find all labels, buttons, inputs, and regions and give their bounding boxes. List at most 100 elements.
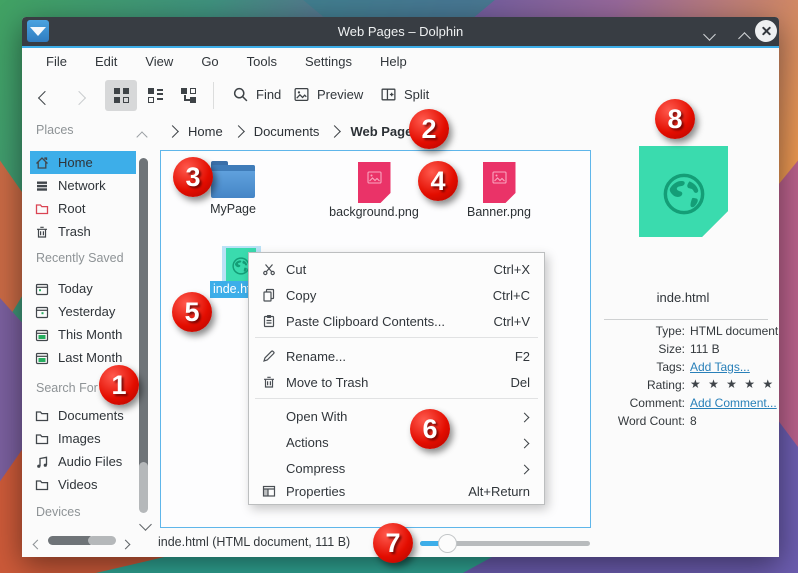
- detail-row-size: Size: 111 B: [582, 342, 772, 360]
- detail-row-tags: Tags: Add Tags...: [582, 360, 772, 378]
- menu-item-shortcut: Del: [510, 375, 530, 390]
- breadcrumb-chevron-icon: [329, 125, 342, 138]
- sidebar-item-yesterday[interactable]: Yesterday: [30, 300, 136, 323]
- detail-label: Rating:: [582, 378, 685, 396]
- dolphin-window: Web Pages – Dolphin File Edit View Go To…: [22, 17, 779, 557]
- back-button[interactable]: [40, 90, 50, 108]
- toolbar-separator: [213, 82, 214, 109]
- submenu-arrow-icon: [521, 435, 528, 450]
- sidebar-vertical-scrollbar-track[interactable]: [139, 462, 148, 513]
- music-note-icon: [34, 454, 50, 470]
- scroll-down-icon[interactable]: [141, 516, 150, 534]
- calendar-icon: [34, 327, 50, 343]
- sidebar-item-home[interactable]: Home: [30, 151, 136, 174]
- split-button[interactable]: Split: [380, 86, 429, 103]
- sidebar-item-images[interactable]: Images: [30, 427, 136, 450]
- add-tags-link[interactable]: Add Tags...: [690, 360, 750, 378]
- menu-go[interactable]: Go: [187, 54, 232, 69]
- sidebar-item-videos[interactable]: Videos: [30, 473, 136, 496]
- details-view-button[interactable]: [172, 80, 204, 111]
- annotation-badge-8: 8: [655, 99, 695, 139]
- detail-label: Tags:: [582, 360, 685, 378]
- sidebar-item-audio-files[interactable]: Audio Files: [30, 450, 136, 473]
- sidebar-item-label: Images: [58, 431, 101, 446]
- menu-item-copy[interactable]: Copy Ctrl+C: [249, 282, 544, 308]
- file-item-banner-png[interactable]: Banner.png: [451, 159, 547, 219]
- scroll-left-icon[interactable]: [34, 535, 41, 553]
- sidebar-item-this-month[interactable]: This Month: [30, 323, 136, 346]
- menu-settings[interactable]: Settings: [291, 54, 366, 69]
- sidebar-item-network[interactable]: Network: [30, 174, 136, 197]
- sidebar-item-root[interactable]: Root: [30, 197, 136, 220]
- menu-bar: File Edit View Go Tools Settings Help: [22, 48, 779, 74]
- menu-help[interactable]: Help: [366, 54, 421, 69]
- annotation-badge-5: 5: [172, 292, 212, 332]
- detail-row-type: Type: HTML document: [582, 324, 772, 342]
- menu-tools[interactable]: Tools: [233, 54, 291, 69]
- file-item-background-png[interactable]: background.png: [326, 159, 422, 219]
- search-icon: [232, 86, 249, 103]
- menu-item-shortcut: Alt+Return: [468, 484, 530, 499]
- forward-button[interactable]: [74, 90, 84, 108]
- detail-row-comment: Comment: Add Comment...: [582, 396, 772, 414]
- menu-view[interactable]: View: [131, 54, 187, 69]
- file-name-label: MyPage: [185, 202, 281, 216]
- breadcrumb-home[interactable]: Home: [188, 124, 223, 139]
- add-comment-link[interactable]: Add Comment...: [690, 396, 777, 414]
- sidebar-item-label: Documents: [58, 408, 124, 423]
- close-icon[interactable]: [755, 20, 777, 42]
- menu-item-actions[interactable]: Actions: [249, 429, 544, 455]
- minimize-icon[interactable]: [705, 26, 714, 44]
- compact-view-button[interactable]: [139, 80, 171, 111]
- sidebar-horizontal-scrollbar-track[interactable]: [88, 536, 116, 545]
- folder-icon: [34, 408, 50, 424]
- clipboard-icon: [261, 313, 277, 329]
- file-name-label: background.png: [326, 205, 422, 219]
- menu-item-properties[interactable]: Properties Alt+Return: [249, 478, 544, 504]
- title-bar[interactable]: Web Pages – Dolphin: [22, 17, 779, 46]
- breadcrumb-documents[interactable]: Documents: [254, 124, 320, 139]
- recently-saved-section-header: Recently Saved: [36, 251, 146, 265]
- rating-stars[interactable]: ★ ★ ★ ★ ★: [690, 377, 775, 396]
- context-menu: Cut Ctrl+X Copy Ctrl+C Paste Clipboard C…: [248, 252, 545, 505]
- globe-icon: [658, 168, 710, 220]
- collapse-section-icon[interactable]: [138, 128, 146, 146]
- menu-item-paste[interactable]: Paste Clipboard Contents... Ctrl+V: [249, 308, 544, 334]
- menu-file[interactable]: File: [32, 54, 81, 69]
- menu-item-rename[interactable]: Rename... F2: [249, 343, 544, 369]
- breadcrumb-chevron-icon: [166, 125, 179, 138]
- annotation-badge-6: 6: [410, 409, 450, 449]
- preview-button[interactable]: Preview: [293, 86, 363, 103]
- trash-icon: [34, 224, 50, 240]
- folder-icon: [34, 431, 50, 447]
- find-button[interactable]: Find: [232, 86, 281, 103]
- menu-item-open-with[interactable]: Open With: [249, 403, 544, 429]
- icons-view-button[interactable]: [105, 80, 137, 111]
- info-panel-separator: [604, 319, 768, 320]
- find-label: Find: [256, 87, 281, 102]
- menu-item-cut[interactable]: Cut Ctrl+X: [249, 256, 544, 282]
- menu-item-label: Properties: [286, 484, 345, 499]
- sidebar-item-documents[interactable]: Documents: [30, 404, 136, 427]
- menu-item-move-to-trash[interactable]: Move to Trash Del: [249, 369, 544, 395]
- details-view-icon: [181, 88, 196, 103]
- sidebar-item-today[interactable]: Today: [30, 277, 136, 300]
- menu-item-label: Move to Trash: [286, 375, 368, 390]
- menu-item-shortcut: Ctrl+V: [494, 314, 530, 329]
- calendar-icon: [34, 350, 50, 366]
- window-title: Web Pages – Dolphin: [22, 17, 779, 46]
- sidebar-vertical-scrollbar[interactable]: [139, 158, 148, 491]
- detail-value: 111 B: [690, 342, 720, 360]
- folder-icon: [34, 201, 50, 217]
- sidebar-item-trash[interactable]: Trash: [30, 220, 136, 243]
- preview-icon: [293, 86, 310, 103]
- breadcrumb-chevron-icon: [232, 125, 245, 138]
- menu-edit[interactable]: Edit: [81, 54, 131, 69]
- annotation-badge-2: 2: [409, 109, 449, 149]
- scroll-right-icon[interactable]: [122, 535, 129, 553]
- menu-item-shortcut: F2: [515, 349, 530, 364]
- detail-row-rating: Rating: ★ ★ ★ ★ ★: [582, 378, 772, 396]
- home-icon: [34, 155, 50, 171]
- zoom-slider-handle[interactable]: [438, 534, 457, 553]
- menu-item-shortcut: Ctrl+C: [493, 288, 530, 303]
